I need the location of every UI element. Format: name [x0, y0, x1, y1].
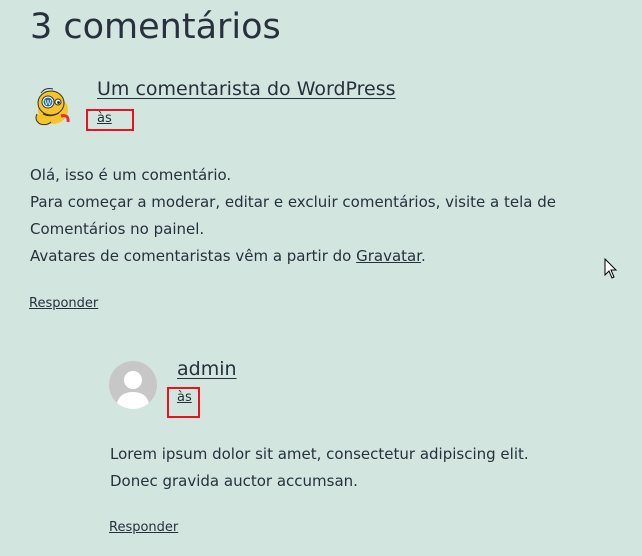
comment-author-link[interactable]: Um comentarista do WordPress [97, 78, 396, 100]
comment-text-line: Comentários no painel. [30, 220, 205, 238]
wapuu-avatar-icon: W [31, 84, 75, 128]
comment-text-line: Olá, isso é um comentário. [30, 166, 232, 184]
comment-text-fragment: Avatares de comentaristas vêm a partir d… [30, 247, 357, 265]
comment-text-line: Lorem ipsum dolor sit amet, consectetur … [110, 445, 529, 463]
comment-text-fragment: . [421, 247, 426, 265]
reply-button[interactable]: Responder [29, 296, 98, 311]
comments-title: 3 comentários [30, 7, 281, 47]
comment-author-link[interactable]: admin [177, 358, 237, 380]
comment-body: Olá, isso é um comentário. Para começar … [30, 162, 556, 270]
comment-date-link[interactable]: às [177, 390, 192, 405]
comment-text-line: Avatares de comentaristas vêm a partir d… [30, 243, 556, 270]
comment-text-line: Donec gravida auctor accumsan. [110, 472, 358, 490]
comment-text-line: Para começar a moderar, editar e excluir… [30, 193, 556, 211]
gravatar-link[interactable]: Gravatar [356, 247, 421, 265]
svg-text:W: W [45, 99, 52, 107]
reply-button[interactable]: Responder [109, 520, 178, 535]
mouse-pointer-icon [604, 257, 618, 280]
comment-body: Lorem ipsum dolor sit amet, consectetur … [110, 441, 529, 495]
default-user-avatar-icon [109, 361, 157, 409]
comment-date-link[interactable]: às [97, 111, 112, 126]
